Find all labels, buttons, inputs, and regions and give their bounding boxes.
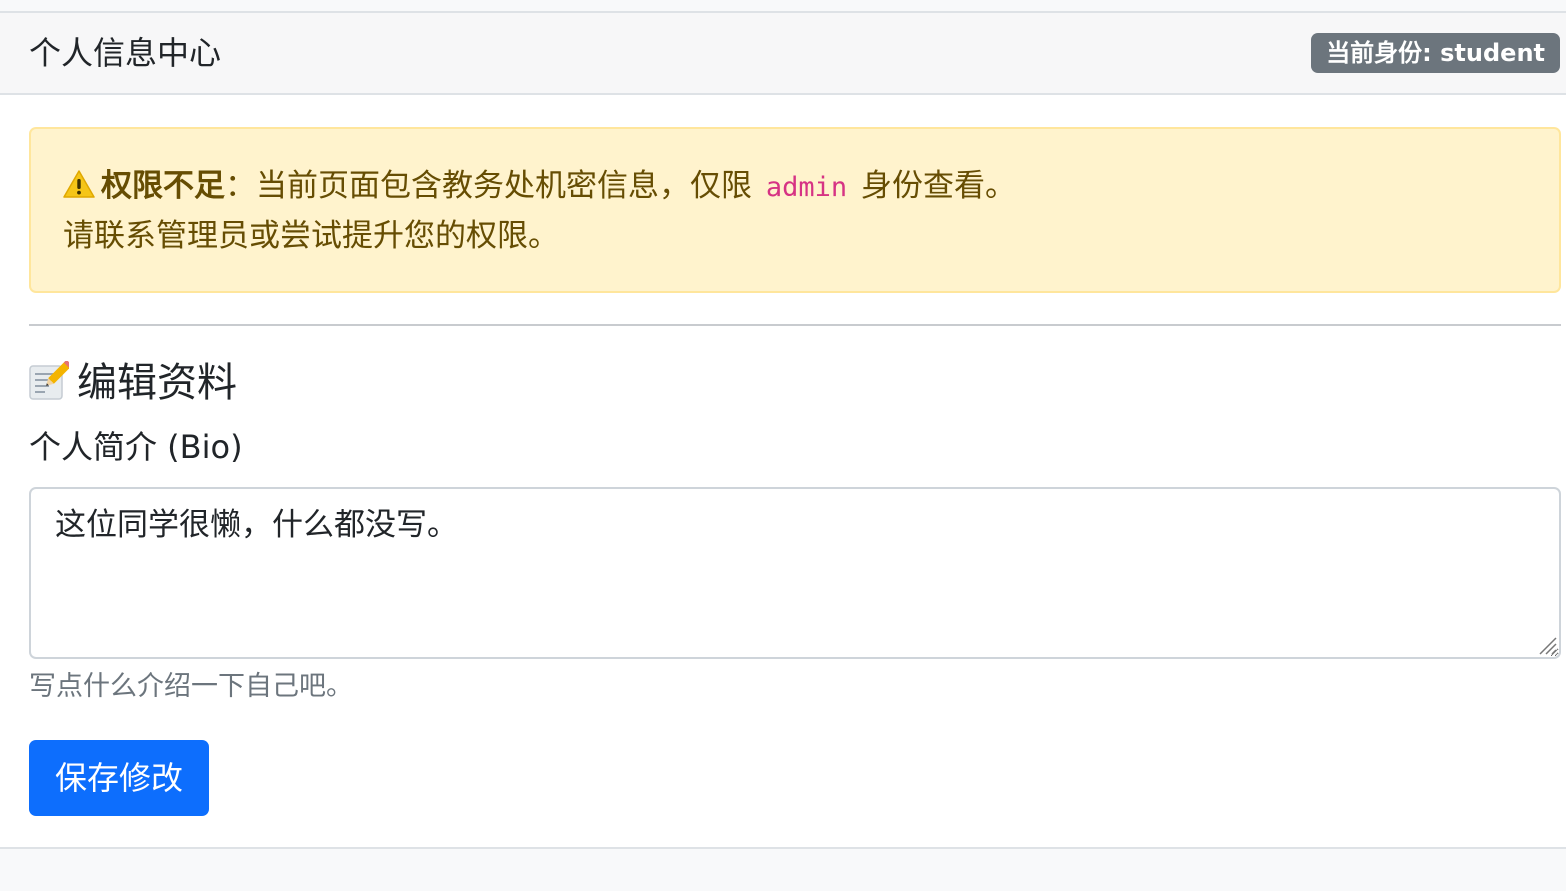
save-button[interactable]: 保存修改 [29, 740, 209, 816]
page-title: 个人信息中心 [29, 34, 222, 72]
alert-line-1: 权限不足：当前页面包含教务处机密信息，仅限 admin 身份查看。 [63, 162, 1527, 212]
alert-strong: 权限不足 [101, 168, 225, 204]
divider [29, 324, 1561, 326]
permission-alert: 权限不足：当前页面包含教务处机密信息，仅限 admin 身份查看。 请联系管理员… [29, 127, 1561, 293]
alert-text-after: 身份查看。 [861, 168, 1016, 204]
bio-textarea[interactable]: 这位同学很懒，什么都没写。 [29, 487, 1561, 659]
memo-icon [29, 361, 69, 400]
bio-label: 个人简介 (Bio) [29, 428, 243, 466]
bio-help-text: 写点什么介绍一下自己吧。 [29, 671, 353, 702]
card-body: 权限不足：当前页面包含教务处机密信息，仅限 admin 身份查看。 请联系管理员… [0, 95, 1566, 847]
profile-card: 个人信息中心 当前身份: student 权限不足：当前页面包含教务处机密信息，… [0, 11, 1566, 849]
section-title-text: 编辑资料 [77, 360, 237, 406]
card-header: 个人信息中心 当前身份: student [0, 13, 1566, 95]
resize-grip-icon[interactable] [1534, 632, 1558, 656]
alert-code: admin [765, 172, 848, 203]
alert-text: ：当前页面包含教务处机密信息，仅限 [225, 168, 752, 204]
warning-icon [63, 170, 95, 198]
alert-line-2: 请联系管理员或尝试提升您的权限。 [63, 218, 559, 254]
section-title: 编辑资料 [29, 355, 237, 411]
role-badge: 当前身份: student [1311, 33, 1560, 73]
